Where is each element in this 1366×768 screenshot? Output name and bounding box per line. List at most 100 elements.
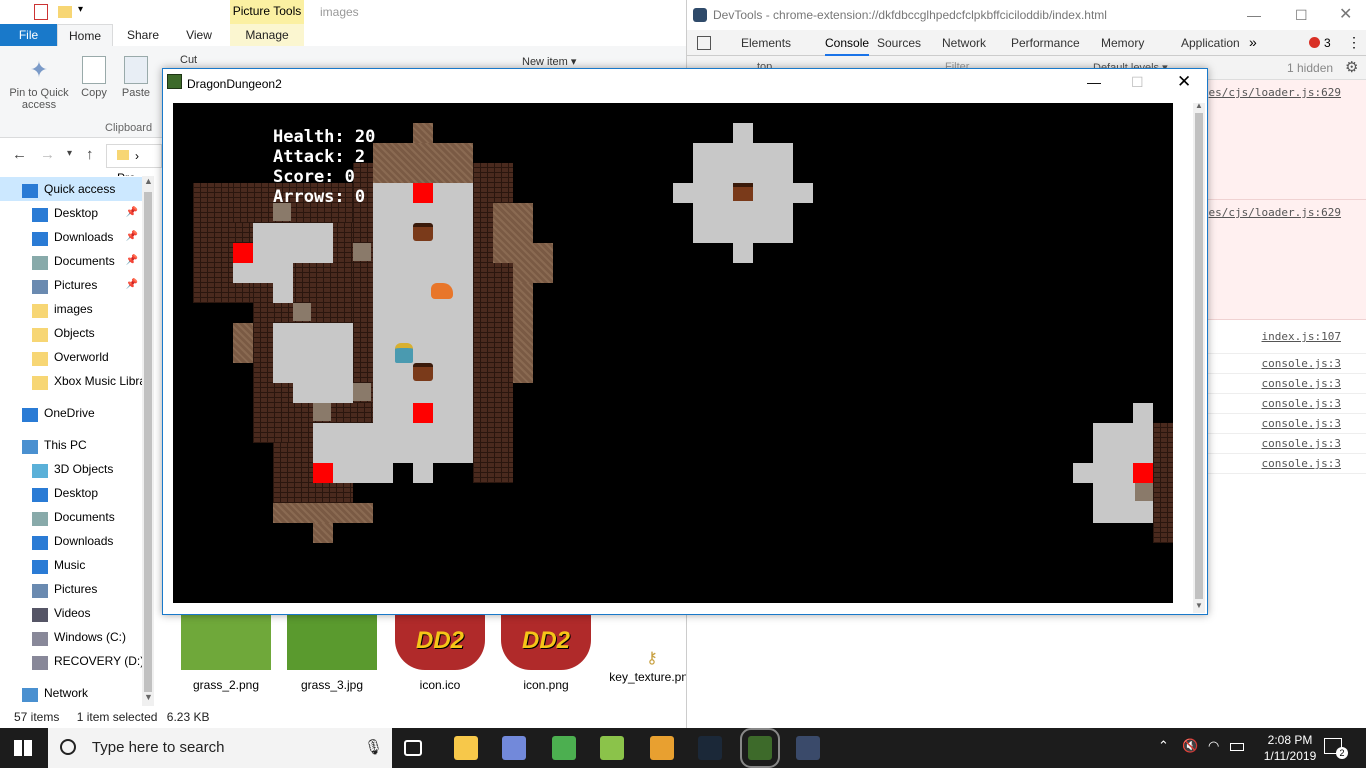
devtools-tab-network[interactable]: Network	[942, 30, 986, 56]
nav-item[interactable]: Music	[0, 553, 142, 577]
nav-item[interactable]: Downloads 📌	[0, 225, 142, 249]
devtools-tab-console[interactable]: Console	[825, 30, 870, 56]
notepad-icon[interactable]	[600, 736, 624, 760]
copy-button[interactable]: Copy	[74, 56, 114, 99]
quick-access-dropdown-icon[interactable]: ▾	[78, 4, 83, 15]
dirt-floor	[313, 523, 333, 543]
scroll-down-icon[interactable]: ▼	[1195, 601, 1203, 610]
nav-item[interactable]: Pictures	[0, 577, 142, 601]
hud-panel: Health: 20 Attack: 2 Score: 0 Arrows: 0	[273, 127, 375, 207]
game-canvas[interactable]: Health: 20 Attack: 2 Score: 0 Arrows: 0	[173, 103, 1173, 603]
source-link[interactable]: console.js:3	[1262, 437, 1341, 450]
nav-item[interactable]: Documents	[0, 505, 142, 529]
scroll-up-icon[interactable]: ▲	[1195, 101, 1203, 110]
file-explorer-icon[interactable]	[454, 736, 478, 760]
nav-item[interactable]: Overworld	[0, 345, 142, 369]
maximize-icon[interactable]: ☐	[1131, 69, 1144, 95]
recent-dropdown-icon[interactable]: ▾	[67, 148, 72, 159]
source-link[interactable]: es/cjs/loader.js:629	[1209, 86, 1341, 99]
nav-item[interactable]: Documents 📌	[0, 249, 142, 273]
scroll-thumb[interactable]	[144, 192, 152, 692]
tab-share[interactable]: Share	[120, 24, 166, 46]
nav-item[interactable]: Xbox Music Libra	[0, 369, 142, 393]
source-link[interactable]: index.js:107	[1262, 330, 1341, 343]
show-hidden-icons-icon[interactable]: ⌃	[1158, 738, 1169, 754]
file-item[interactable]: grass_2.png	[178, 612, 274, 692]
source-link[interactable]: es/cjs/loader.js:629	[1209, 206, 1341, 219]
lava-tile	[413, 403, 433, 423]
scroll-up-icon[interactable]: ▲	[144, 176, 153, 186]
file-item[interactable]: DD2 icon.png	[498, 612, 594, 692]
settings-gear-icon[interactable]: ⚙	[1345, 58, 1358, 76]
steam-icon[interactable]	[698, 736, 722, 760]
file-item[interactable]: grass_3.jpg	[284, 612, 380, 692]
nav-item[interactable]: Desktop	[0, 481, 142, 505]
tab-manage[interactable]: Manage	[230, 24, 304, 46]
nav-item[interactable]: Desktop 📌	[0, 201, 142, 225]
nav-item[interactable]: images	[0, 297, 142, 321]
nav-item[interactable]: OneDrive	[0, 401, 142, 425]
new-item-button[interactable]: New item ▾	[522, 55, 576, 68]
minimize-icon[interactable]: —	[1247, 0, 1261, 30]
nav-item[interactable]: Network	[0, 681, 142, 705]
nav-item[interactable]: RECOVERY (D:)	[0, 649, 142, 673]
tab-home[interactable]: Home	[57, 24, 113, 46]
nav-scrollbar[interactable]: ▲ ▼	[142, 176, 154, 706]
discord-icon[interactable]	[502, 736, 526, 760]
scroll-thumb[interactable]	[1195, 113, 1203, 599]
checklist-icon[interactable]	[34, 4, 48, 20]
windows-start-icon[interactable]	[14, 740, 32, 756]
source-link[interactable]: console.js:3	[1262, 417, 1341, 430]
back-arrow-icon[interactable]: ←	[12, 146, 27, 163]
nav-item[interactable]: Quick access	[0, 177, 142, 201]
paint-icon[interactable]	[650, 736, 674, 760]
fox-enemy-icon	[431, 283, 453, 299]
inspect-element-icon[interactable]	[697, 36, 711, 50]
paste-button[interactable]: Paste	[116, 56, 156, 99]
task-view-icon[interactable]	[404, 740, 422, 756]
address-input[interactable]: › Pro	[106, 144, 162, 185]
wifi-icon[interactable]: ◠	[1208, 738, 1219, 754]
devtools-tab-elements[interactable]: Elements	[741, 30, 791, 56]
source-link[interactable]: console.js:3	[1262, 377, 1341, 390]
more-tabs-icon[interactable]: »	[1249, 34, 1257, 50]
close-icon[interactable]: ✕	[1177, 69, 1191, 95]
volume-muted-icon[interactable]: 🔇	[1182, 738, 1198, 754]
tab-file[interactable]: File	[0, 24, 57, 46]
devtools-tab-application[interactable]: Application	[1181, 30, 1240, 56]
forward-arrow-icon[interactable]: →	[40, 146, 55, 163]
nav-item[interactable]: This PC	[0, 433, 142, 457]
chrome-icon[interactable]	[552, 736, 576, 760]
devtools-tab-memory[interactable]: Memory	[1101, 30, 1144, 56]
source-link[interactable]: console.js:3	[1262, 357, 1341, 370]
file-item[interactable]: DD2 icon.ico	[392, 612, 488, 692]
devtools-tab-performance[interactable]: Performance	[1011, 30, 1080, 56]
up-arrow-icon[interactable]: ↑	[86, 146, 94, 163]
nav-item[interactable]: 3D Objects	[0, 457, 142, 481]
scroll-down-icon[interactable]: ▼	[144, 692, 153, 702]
unity-icon[interactable]	[796, 736, 820, 760]
nav-item[interactable]: Videos	[0, 601, 142, 625]
folder-icon[interactable]	[58, 6, 72, 18]
battery-icon[interactable]	[1230, 743, 1244, 751]
nav-item[interactable]: Pictures 📌	[0, 273, 142, 297]
cut-button[interactable]: Cut	[180, 54, 197, 66]
source-link[interactable]: console.js:3	[1262, 457, 1341, 470]
close-icon[interactable]: ✕	[1339, 0, 1352, 30]
devtools-menu-icon[interactable]: ⋮	[1347, 34, 1361, 51]
system-clock[interactable]: 2:08 PM 1/11/2019	[1260, 732, 1320, 764]
nav-item[interactable]: Downloads	[0, 529, 142, 553]
wooden-door	[353, 383, 371, 401]
tab-view[interactable]: View	[176, 24, 222, 46]
dragondungeon-icon[interactable]	[740, 728, 780, 768]
nav-item[interactable]: Objects	[0, 321, 142, 345]
taskbar-search-input[interactable]: Type here to search 🎙	[48, 728, 392, 768]
nav-item[interactable]: Windows (C:)	[0, 625, 142, 649]
source-link[interactable]: console.js:3	[1262, 397, 1341, 410]
devtools-tab-sources[interactable]: Sources	[877, 30, 921, 56]
maximize-icon[interactable]: ☐	[1295, 0, 1308, 30]
microphone-icon[interactable]: 🎙	[364, 728, 383, 768]
game-scrollbar[interactable]: ▲ ▼	[1193, 101, 1205, 613]
pin-to-quick-access-button[interactable]: ✦ Pin to Quick access	[4, 56, 74, 111]
minimize-icon[interactable]: —	[1087, 69, 1101, 95]
